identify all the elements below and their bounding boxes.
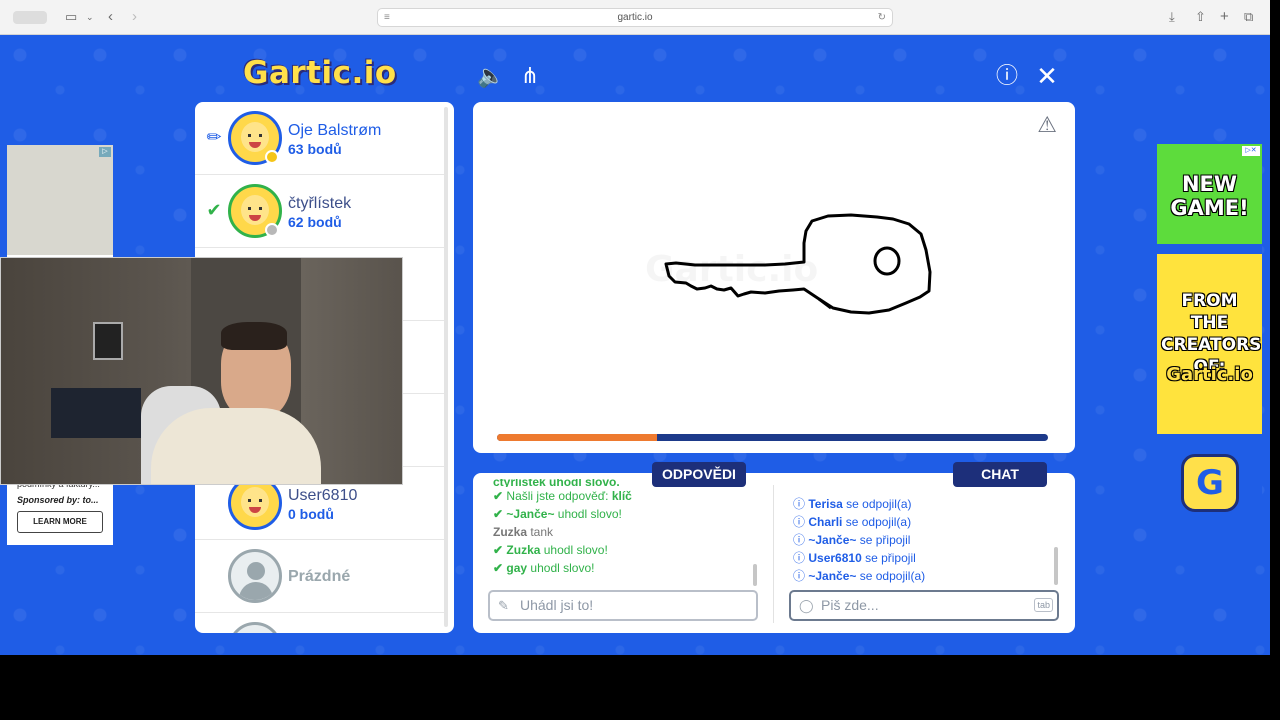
speech-bubble-icon: ◯: [799, 598, 814, 613]
round-timer: [497, 434, 1048, 441]
webcam-person-hair: [221, 322, 287, 350]
player-points: 63 bodů: [288, 141, 342, 157]
ad-brand: Gartic.io: [1166, 364, 1253, 385]
game-area: Gartic.io 🔈 ⋔ ⓘ ✕ ✏ Oje Balstrøm 63 bodů…: [0, 35, 1270, 655]
chat-message: ⓘ ~Janče~ se připojil: [793, 533, 911, 547]
ad-right[interactable]: NEW GAME! FROM THE CREATORS OF: Gartic.i…: [1157, 144, 1262, 545]
pencil-icon: ✏: [206, 127, 222, 147]
webcam-frame-picture: [93, 322, 123, 360]
status-dot: [265, 223, 279, 237]
answer-placeholder: Uhádl jsi to!: [520, 597, 594, 613]
learn-more-button[interactable]: LEARN MORE: [17, 511, 103, 533]
chat-placeholder: Piš zde...: [821, 597, 879, 613]
ad-choices-icon[interactable]: ▷✕: [1242, 146, 1260, 156]
ad-choices-icon[interactable]: ▷: [99, 147, 111, 157]
check-icon: ✔: [493, 507, 504, 521]
info-icon: ⓘ: [793, 515, 806, 529]
ad-sponsor: Sponsored by: to...: [17, 495, 99, 505]
close-icon[interactable]: ✕: [1034, 63, 1060, 89]
answers-scrollbar[interactable]: [753, 564, 757, 586]
chat-list: ⓘ Terisa se odpojil(a) ⓘ Charli se odpoj…: [793, 495, 1053, 585]
reload-icon[interactable]: ↻: [878, 9, 886, 26]
info-icon[interactable]: ⓘ: [994, 63, 1020, 89]
player-name: Prázdné: [288, 568, 351, 585]
chat-message: ⓘ Terisa se odpojil(a): [793, 497, 912, 511]
player-name: čtyřlístek: [288, 195, 352, 212]
info-icon: ⓘ: [793, 569, 806, 583]
sidebar-toggle-icon[interactable]: ▭: [65, 9, 77, 25]
info-icon: ⓘ: [793, 497, 806, 511]
answer-input[interactable]: ✎ Uhádl jsi to!: [488, 590, 758, 621]
webcam-desk: [51, 388, 141, 438]
share-icon[interactable]: ⇧: [1195, 9, 1206, 25]
answer-message: Zuzka tank: [493, 525, 554, 539]
player-row[interactable]: ✏ Oje Balstrøm 63 bodů: [195, 102, 447, 175]
player-row[interactable]: ✔ čtyřlístek 62 bodů: [195, 175, 447, 248]
chat-message: ⓘ Charli se odpojil(a): [793, 515, 912, 529]
timer-fill: [497, 434, 657, 441]
player-name: Oje Balstrøm: [288, 122, 382, 139]
empty-avatar-icon: [228, 549, 282, 603]
chevron-down-icon[interactable]: ⌄: [86, 9, 94, 25]
info-icon: ⓘ: [793, 551, 806, 565]
ad-logo-badge: G: [1181, 454, 1239, 512]
pencil-icon: ✎: [498, 598, 509, 613]
ad-headline: NEW GAME!: [1170, 172, 1249, 220]
chat-message: ⓘ ~Janče~ se odpojil(a): [793, 569, 926, 583]
answer-message: ✔ Našli jste odpověď: klíč: [493, 489, 632, 503]
new-tab-icon[interactable]: +: [1220, 9, 1229, 25]
check-icon: ✔: [493, 489, 504, 503]
address-bar[interactable]: ≡ gartic.io ↻: [377, 8, 893, 27]
webcam-overlay: [0, 257, 403, 485]
chat-scrollbar[interactable]: [1054, 547, 1058, 585]
chat-input[interactable]: ◯ Piš zde... tab: [789, 590, 1059, 621]
canvas-watermark: Gartic.io: [645, 249, 818, 290]
tabs-overview-icon[interactable]: ⧉: [1244, 9, 1253, 25]
answer-message: ✔ ~Janče~ uhodl slovo!: [493, 507, 622, 521]
webcam-person-body: [151, 408, 321, 484]
answer-message: ✔ gay uhodl slovo!: [493, 561, 595, 575]
answer-message: ✔ Zuzka uhodl slovo!: [493, 543, 608, 557]
player-points: 0 bodů: [288, 506, 334, 522]
player-row-empty: [195, 613, 447, 633]
back-icon[interactable]: ‹: [108, 9, 113, 25]
check-icon: ✔: [493, 543, 504, 557]
player-row-empty: Prázdné: [195, 540, 447, 613]
forward-icon[interactable]: ›: [132, 9, 137, 25]
url-text: gartic.io: [617, 12, 653, 23]
check-icon: ✔: [206, 200, 222, 220]
traffic-lights-icon[interactable]: [13, 11, 47, 24]
chat-message: ⓘ User6810 se připojil: [793, 551, 916, 565]
info-icon: ⓘ: [793, 533, 806, 547]
ad-image: [7, 145, 113, 255]
empty-avatar-icon: [228, 622, 282, 633]
download-icon[interactable]: ⤓: [1169, 9, 1175, 25]
tab-chat[interactable]: CHAT: [953, 462, 1047, 487]
check-icon: ✔: [493, 561, 504, 575]
players-scrollbar[interactable]: [444, 107, 448, 627]
tab-key-hint: tab: [1034, 598, 1053, 612]
gartic-logo: Gartic.io: [243, 55, 397, 91]
answers-list: čtyřlístek uhodl slovo. ✔ Našli jste odp…: [493, 479, 753, 577]
status-dot: [265, 150, 279, 164]
player-points: 62 bodů: [288, 214, 342, 230]
page-icon: ≡: [384, 12, 390, 23]
volume-icon[interactable]: 🔈: [477, 63, 504, 89]
browser-toolbar: ▭ ⌄ ‹ › ≡ gartic.io ↻ ⤓ ⇧ + ⧉: [0, 0, 1270, 35]
answer-message-partial: čtyřlístek uhodl slovo.: [493, 479, 620, 487]
share-icon[interactable]: ⋔: [517, 63, 543, 89]
panel-divider: [773, 485, 774, 623]
player-name: User6810: [288, 487, 358, 504]
